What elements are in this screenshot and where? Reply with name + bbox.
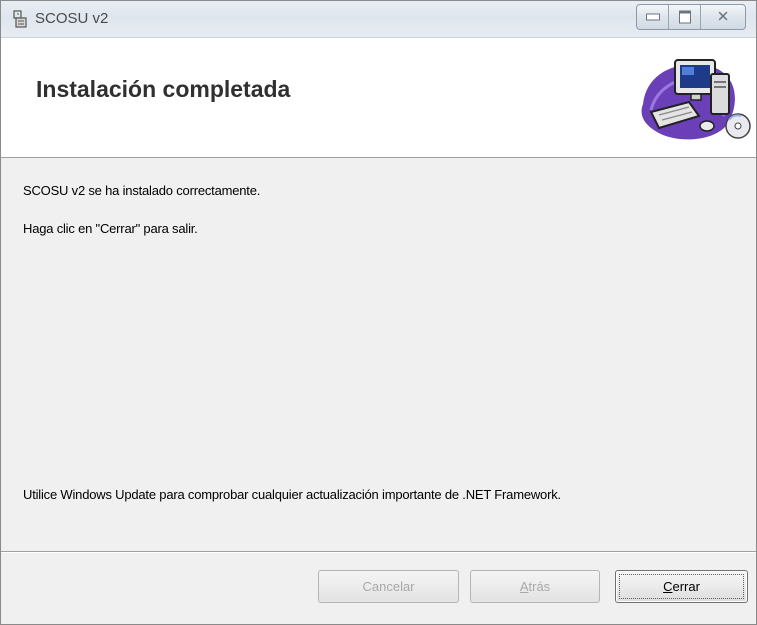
- content-area: SCOSU v2 se ha instalado correctamente. …: [1, 158, 756, 551]
- cancel-button[interactable]: Cancelar: [318, 570, 459, 603]
- windows-update-note: Utilice Windows Update para comprobar cu…: [23, 487, 561, 502]
- maximize-icon: [678, 10, 691, 24]
- success-message: SCOSU v2 se ha instalado correctamente.: [23, 183, 261, 198]
- maximize-button[interactable]: [669, 5, 701, 29]
- computer-setup-icon: [641, 59, 751, 140]
- window-controls: ✕: [636, 4, 746, 30]
- installer-app-icon: [13, 10, 27, 28]
- close-icon: ✕: [716, 7, 730, 26]
- installer-window: SCOSU v2 ✕ Instalación completada SCOSU …: [0, 0, 757, 625]
- back-button[interactable]: Atrás: [470, 570, 600, 603]
- close-button[interactable]: Cerrar: [615, 570, 748, 603]
- back-label: trás: [528, 579, 551, 594]
- close-window-button[interactable]: ✕: [701, 5, 745, 29]
- page-title: Instalación completada: [36, 76, 291, 102]
- title-bar[interactable]: SCOSU v2 ✕: [1, 1, 756, 38]
- minimize-button[interactable]: [637, 5, 669, 29]
- back-mnemonic: A: [519, 579, 529, 594]
- window-title: SCOSU v2: [35, 10, 109, 27]
- instruction-message: Haga clic en "Cerrar" para salir.: [23, 221, 198, 236]
- cancel-label: Cancelar: [362, 579, 415, 594]
- minimize-icon: [645, 13, 660, 21]
- focus-rectangle: [619, 574, 744, 599]
- header-banner: Instalación completada: [1, 38, 756, 158]
- button-separator: [1, 551, 756, 553]
